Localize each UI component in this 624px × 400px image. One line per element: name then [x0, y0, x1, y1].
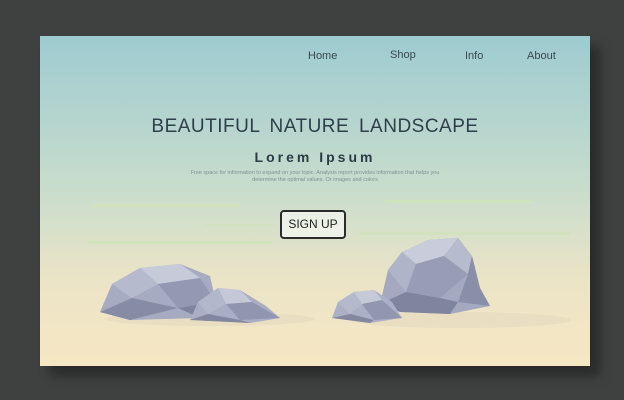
- landing-page: Home Shop Info About BEAUTIFUL NATURE LA…: [40, 36, 590, 366]
- screenshot-background: Home Shop Info About BEAUTIFUL NATURE LA…: [0, 0, 624, 400]
- rocks-illustration: [100, 238, 570, 328]
- right-big-rock: [380, 238, 490, 314]
